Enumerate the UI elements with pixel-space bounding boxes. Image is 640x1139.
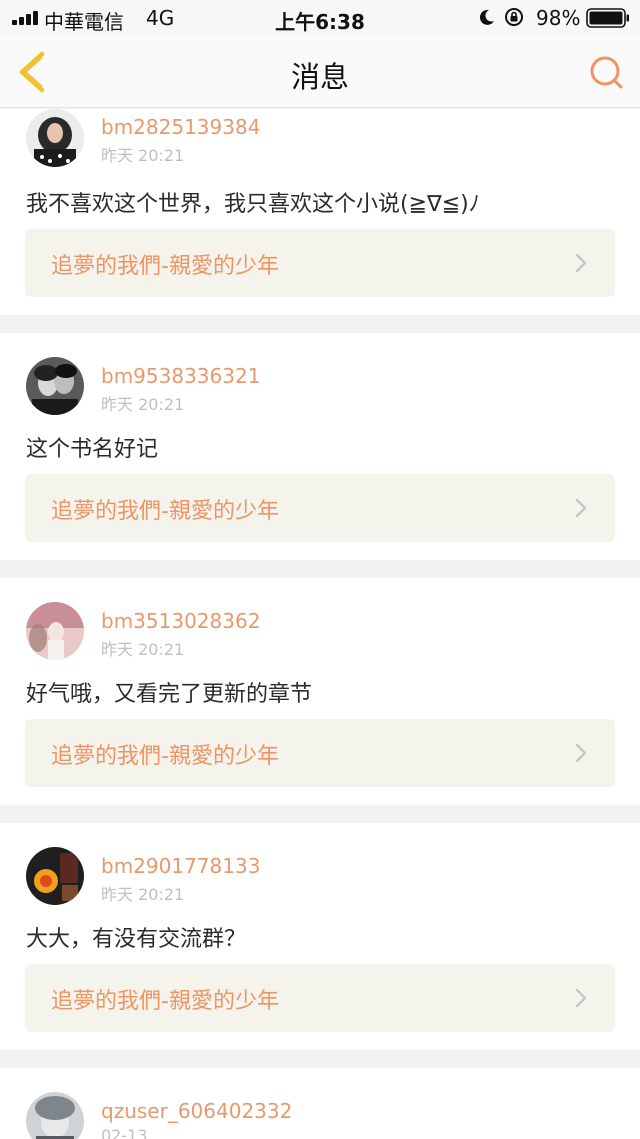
message-text: 我不喜欢这个世界，我只喜欢这个小说(≧∇≦)ﾉ [26, 192, 480, 217]
timestamp: 昨天 20:21 [101, 395, 185, 414]
message-text: 好气哦，又看完了更新的章节 [26, 682, 313, 707]
battery-icon [586, 8, 629, 28]
username[interactable]: bm2825139384 [101, 115, 260, 139]
username[interactable]: qzuser_606402332 [101, 1099, 292, 1123]
book-link[interactable]: 追夢的我們-親愛的少年 [25, 229, 615, 297]
avatar[interactable] [26, 1092, 84, 1139]
status-bar: 中華電信 4G 上午6:38 98% [0, 0, 640, 36]
message-card: qzuser_606402332 02-13 [0, 1068, 640, 1139]
book-title: 追夢的我們-親愛的少年 [51, 989, 279, 1014]
battery-percent: 98% [536, 6, 581, 30]
book-title: 追夢的我們-親愛的少年 [51, 744, 279, 769]
username[interactable]: bm3513028362 [101, 609, 260, 633]
avatar[interactable] [26, 109, 84, 167]
book-link[interactable]: 追夢的我們-親愛的少年 [25, 964, 615, 1032]
book-title: 追夢的我們-親愛的少年 [51, 254, 279, 279]
avatar[interactable] [26, 357, 84, 415]
avatar[interactable] [26, 602, 84, 660]
username[interactable]: bm9538336321 [101, 364, 260, 388]
timestamp: 昨天 20:21 [101, 885, 185, 904]
avatar[interactable] [26, 847, 84, 905]
message-card: bm3513028362 昨天 20:21 好气哦，又看完了更新的章节 追夢的我… [0, 578, 640, 805]
nav-bar: 消息 [0, 36, 640, 108]
message-list[interactable]: bm2825139384 昨天 20:21 我不喜欢这个世界，我只喜欢这个小说(… [0, 109, 640, 1139]
chevron-right-icon [575, 498, 587, 518]
message-card: bm9538336321 昨天 20:21 这个书名好记 追夢的我們-親愛的少年 [0, 333, 640, 560]
chevron-right-icon [575, 743, 587, 763]
timestamp: 昨天 20:21 [101, 640, 185, 659]
book-title: 追夢的我們-親愛的少年 [51, 499, 279, 524]
rotation-lock-icon [505, 8, 523, 26]
message-text: 大大，有没有交流群？ [26, 927, 247, 952]
page-title: 消息 [290, 60, 349, 94]
chevron-right-icon [575, 253, 587, 273]
message-card: bm2825139384 昨天 20:21 我不喜欢这个世界，我只喜欢这个小说(… [0, 109, 640, 315]
chevron-right-icon [575, 988, 587, 1008]
username[interactable]: bm2901778133 [101, 854, 260, 878]
message-text: 这个书名好记 [26, 437, 159, 462]
message-card: bm2901778133 昨天 20:21 大大，有没有交流群？ 追夢的我們-親… [0, 823, 640, 1050]
book-link[interactable]: 追夢的我們-親愛的少年 [25, 474, 615, 542]
book-link[interactable]: 追夢的我們-親愛的少年 [25, 719, 615, 787]
timestamp: 昨天 20:21 [101, 146, 185, 165]
timestamp: 02-13 [101, 1126, 148, 1139]
do-not-disturb-icon [479, 9, 494, 25]
search-icon[interactable] [586, 52, 626, 92]
